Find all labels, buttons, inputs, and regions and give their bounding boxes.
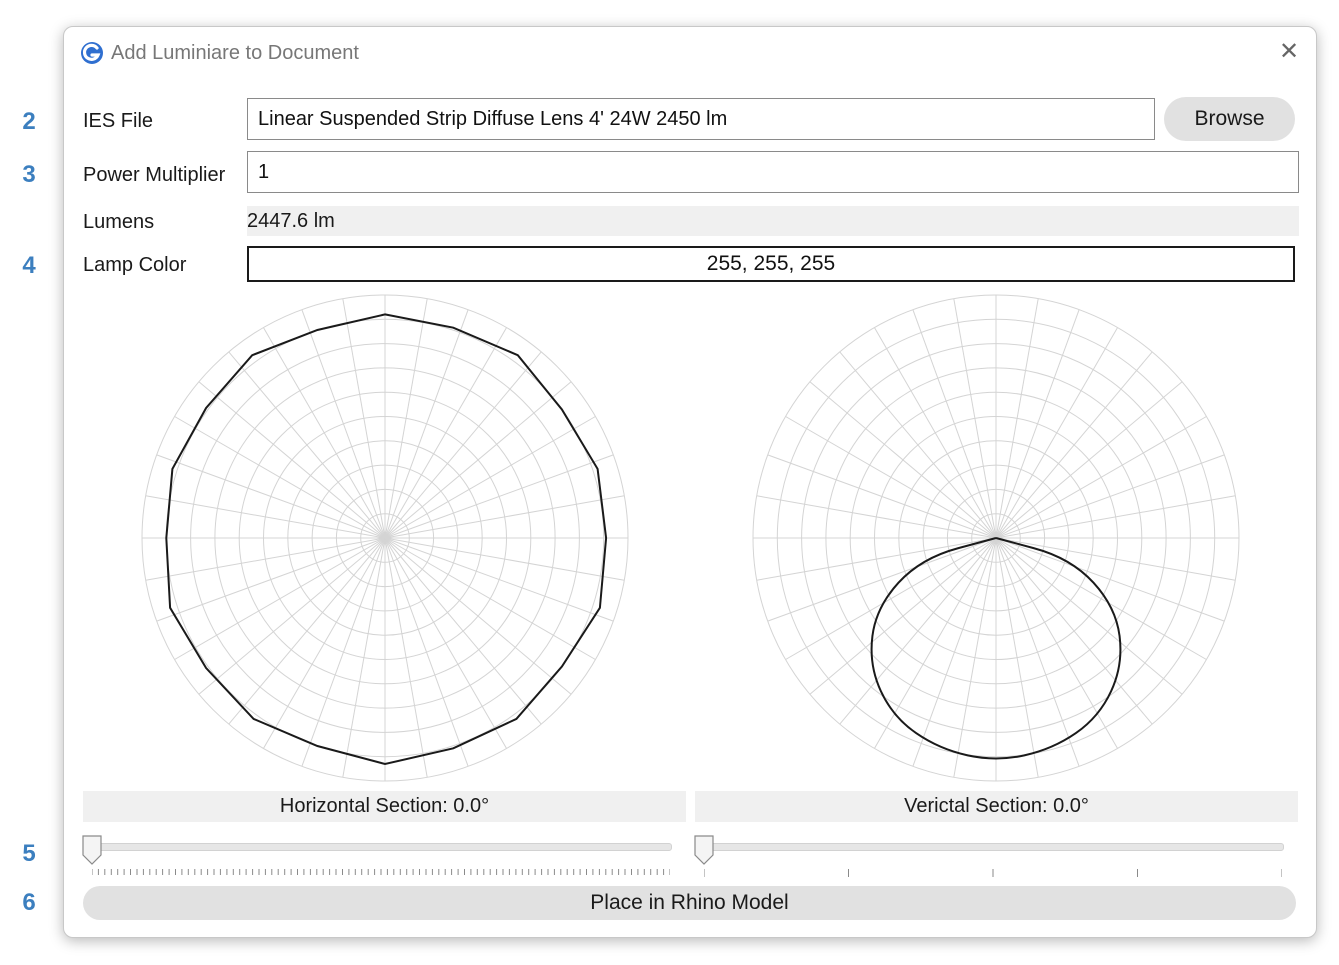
- callout-6: 6: [22, 889, 36, 916]
- power-multiplier-label: Power Multiplier: [83, 164, 226, 186]
- page: 2 3 4 5 6 Add Luminiare to Document ✕ IE…: [0, 0, 1339, 965]
- vertical-polar-chart: [752, 294, 1240, 782]
- callout-4: 4: [22, 252, 36, 279]
- horizontal-slider-ticks: [92, 869, 670, 875]
- horizontal-section-label: Horizontal Section: 0.0°: [83, 791, 686, 822]
- lumens-value: 2447.6 lm: [247, 206, 1299, 236]
- ies-file-input[interactable]: Linear Suspended Strip Diffuse Lens 4' 2…: [247, 98, 1155, 140]
- browse-button[interactable]: Browse: [1164, 97, 1295, 141]
- vertical-slider-track: [702, 843, 1284, 851]
- close-icon: ✕: [1278, 38, 1300, 65]
- lumens-label: Lumens: [83, 211, 155, 233]
- title-bar: Add Luminiare to Document ✕: [64, 27, 1316, 81]
- callout-2: 2: [22, 108, 36, 135]
- lamp-color-picker[interactable]: 255, 255, 255: [247, 246, 1295, 282]
- horizontal-section-slider[interactable]: [82, 835, 680, 877]
- vertical-section-slider[interactable]: [694, 835, 1292, 877]
- vertical-slider-thumb[interactable]: [694, 835, 714, 865]
- callout-3: 3: [22, 161, 36, 188]
- horizontal-slider-track: [90, 843, 672, 851]
- horizontal-polar-chart: [141, 294, 629, 782]
- horizontal-slider-thumb[interactable]: [82, 835, 102, 865]
- vertical-section-label: Verictal Section: 0.0°: [695, 791, 1298, 822]
- ies-file-label: IES File: [83, 110, 154, 132]
- vertical-slider-ticks: [704, 869, 1282, 877]
- power-multiplier-input[interactable]: 1: [247, 151, 1299, 193]
- add-luminaire-dialog: Add Luminiare to Document ✕ IES File Lin…: [63, 26, 1317, 938]
- lamp-color-label: Lamp Color: [83, 254, 187, 276]
- dialog-title: Add Luminiare to Document: [111, 42, 359, 64]
- close-button[interactable]: ✕: [1274, 37, 1304, 67]
- app-logo-icon: [81, 42, 103, 64]
- callout-5: 5: [22, 840, 36, 867]
- place-in-model-button[interactable]: Place in Rhino Model: [83, 886, 1296, 920]
- horizontal-polar-grid: [141, 294, 629, 782]
